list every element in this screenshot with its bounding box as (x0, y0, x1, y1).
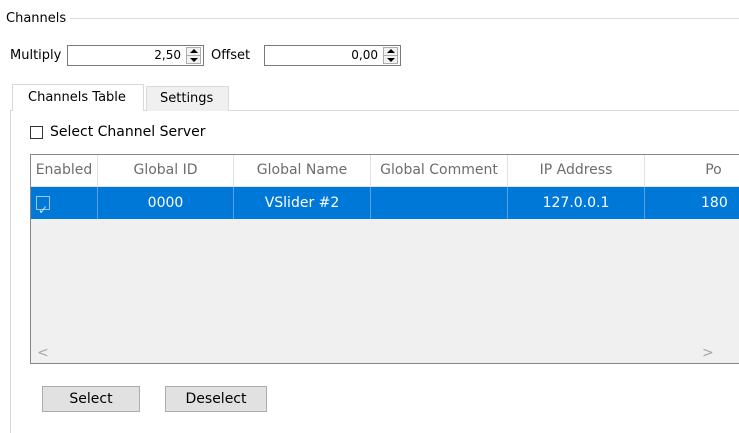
column-header-ip-address[interactable]: IP Address (508, 155, 645, 186)
checkmark-icon: ✓ (38, 203, 49, 217)
multiply-value[interactable]: 2,50 (154, 48, 181, 63)
column-header-global-comment[interactable]: Global Comment (371, 155, 508, 186)
scroll-right-icon[interactable]: > (702, 345, 714, 361)
tab-channels-table-label: Channels Table (28, 90, 126, 105)
cell-global-name[interactable]: VSlider #2 (234, 187, 371, 219)
tab-settings-label: Settings (160, 91, 214, 106)
column-header-global-name[interactable]: Global Name (234, 155, 371, 186)
multiply-spinbox[interactable]: 2,50 (67, 45, 204, 66)
select-channel-server-checkbox[interactable] (30, 126, 43, 139)
tab-settings[interactable]: Settings (146, 86, 229, 111)
offset-spinbox[interactable]: 0,00 (264, 45, 401, 66)
select-channel-server-label[interactable]: Select Channel Server (50, 125, 205, 140)
cell-ip-address[interactable]: 127.0.0.1 (508, 187, 645, 219)
group-title: Channels (6, 11, 67, 26)
spin-up-icon[interactable] (190, 49, 198, 53)
deselect-button[interactable]: Deselect (165, 386, 267, 412)
multiply-spin-buttons[interactable] (186, 47, 201, 64)
scroll-left-icon[interactable]: < (37, 345, 49, 361)
multiply-label: Multiply (10, 48, 62, 63)
spin-down-icon[interactable] (387, 58, 395, 62)
column-header-global-id[interactable]: Global ID (98, 155, 234, 186)
spin-down-icon[interactable] (190, 58, 198, 62)
cell-global-id[interactable]: 0000 (98, 187, 234, 219)
table-row[interactable]: ✓ 0000 VSlider #2 127.0.0.1 180 (31, 187, 739, 219)
cell-enabled[interactable]: ✓ (31, 187, 98, 219)
offset-value[interactable]: 0,00 (351, 48, 378, 63)
offset-label: Offset (211, 48, 251, 63)
tab-channels-table[interactable]: Channels Table (12, 84, 144, 111)
offset-spin-buttons[interactable] (383, 47, 398, 64)
column-header-port[interactable]: Po (645, 155, 739, 186)
select-button[interactable]: Select (42, 386, 140, 412)
row-enabled-checkbox[interactable]: ✓ (36, 196, 50, 217)
grid-header: Enabled Global ID Global Name Global Com… (31, 155, 739, 187)
cell-global-comment[interactable] (371, 187, 508, 219)
channels-grid[interactable]: Enabled Global ID Global Name Global Com… (30, 154, 739, 364)
horizontal-scrollbar[interactable]: < > (31, 343, 739, 363)
cell-port[interactable]: 180 (645, 187, 739, 219)
group-divider (70, 18, 739, 19)
spin-up-icon[interactable] (387, 49, 395, 53)
column-header-enabled[interactable]: Enabled (31, 155, 98, 186)
